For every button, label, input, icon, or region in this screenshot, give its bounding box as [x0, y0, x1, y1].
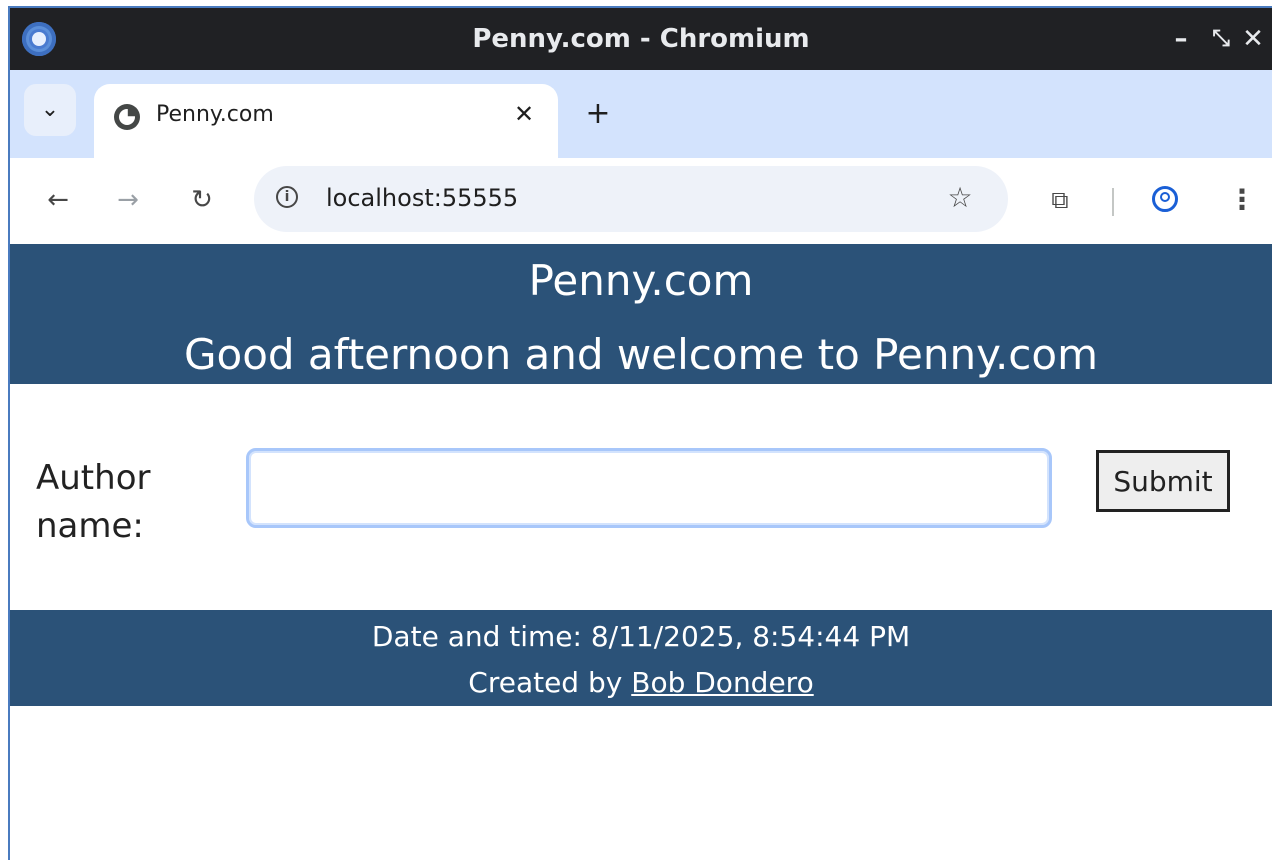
close-window-icon[interactable]: ✕	[1236, 22, 1270, 56]
welcome-message: Good afternoon and welcome to Penny.com	[183, 330, 1098, 379]
author-name-label: Author name:	[36, 458, 151, 546]
tab-penny[interactable]: Penny.com ✕	[94, 84, 558, 158]
credit-prefix: Created by	[468, 666, 623, 699]
browser-window: Penny.com - Chromium – ⤡ ✕ ⌄ Penny.com ✕…	[8, 6, 1272, 860]
tab-title: Penny.com	[156, 102, 274, 127]
author-link[interactable]: Bob Dondero	[631, 666, 813, 699]
globe-icon	[114, 104, 140, 130]
reload-icon[interactable]: ↻	[182, 180, 222, 220]
toolbar-divider	[1112, 188, 1114, 216]
profile-avatar-icon[interactable]	[1152, 186, 1178, 212]
bookmark-star-icon[interactable]: ☆	[942, 180, 978, 216]
extensions-puzzle-icon[interactable]: ⧉	[1040, 180, 1080, 220]
page-title: Penny.com	[528, 256, 754, 305]
minimize-icon[interactable]: –	[1164, 22, 1198, 56]
title-bar: Penny.com - Chromium – ⤡ ✕	[10, 8, 1272, 70]
url-text[interactable]: localhost:55555	[326, 184, 518, 212]
page-content: Penny.com Good afternoon and welcome to …	[10, 244, 1272, 860]
maximize-icon[interactable]: ⤡	[1204, 22, 1238, 56]
close-tab-icon[interactable]: ✕	[508, 98, 540, 130]
forward-arrow-icon[interactable]: →	[108, 180, 148, 220]
browser-toolbar: ← → ↻ i localhost:55555 ☆ ⧉ ⋮	[10, 158, 1272, 244]
new-tab-plus-icon[interactable]: +	[578, 94, 618, 134]
footer-credit: Created by Bob Dondero	[10, 666, 1272, 699]
window-title: Penny.com - Chromium	[472, 24, 810, 54]
submit-button[interactable]: Submit	[1096, 450, 1230, 512]
site-info-icon[interactable]: i	[276, 186, 298, 208]
page-header-banner: Penny.com Good afternoon and welcome to …	[10, 244, 1272, 384]
back-arrow-icon[interactable]: ←	[38, 180, 78, 220]
tab-search-chevron-down-icon[interactable]: ⌄	[24, 84, 76, 136]
author-name-input[interactable]	[246, 448, 1052, 528]
footer-datetime: Date and time: 8/11/2025, 8:54:44 PM	[371, 620, 911, 653]
page-footer-banner: Date and time: 8/11/2025, 8:54:44 PM Cre…	[10, 610, 1272, 706]
kebab-menu-icon[interactable]: ⋮	[1228, 180, 1256, 220]
tab-strip: ⌄ Penny.com ✕ +	[10, 70, 1272, 158]
address-bar[interactable]: i localhost:55555 ☆	[254, 166, 1008, 232]
